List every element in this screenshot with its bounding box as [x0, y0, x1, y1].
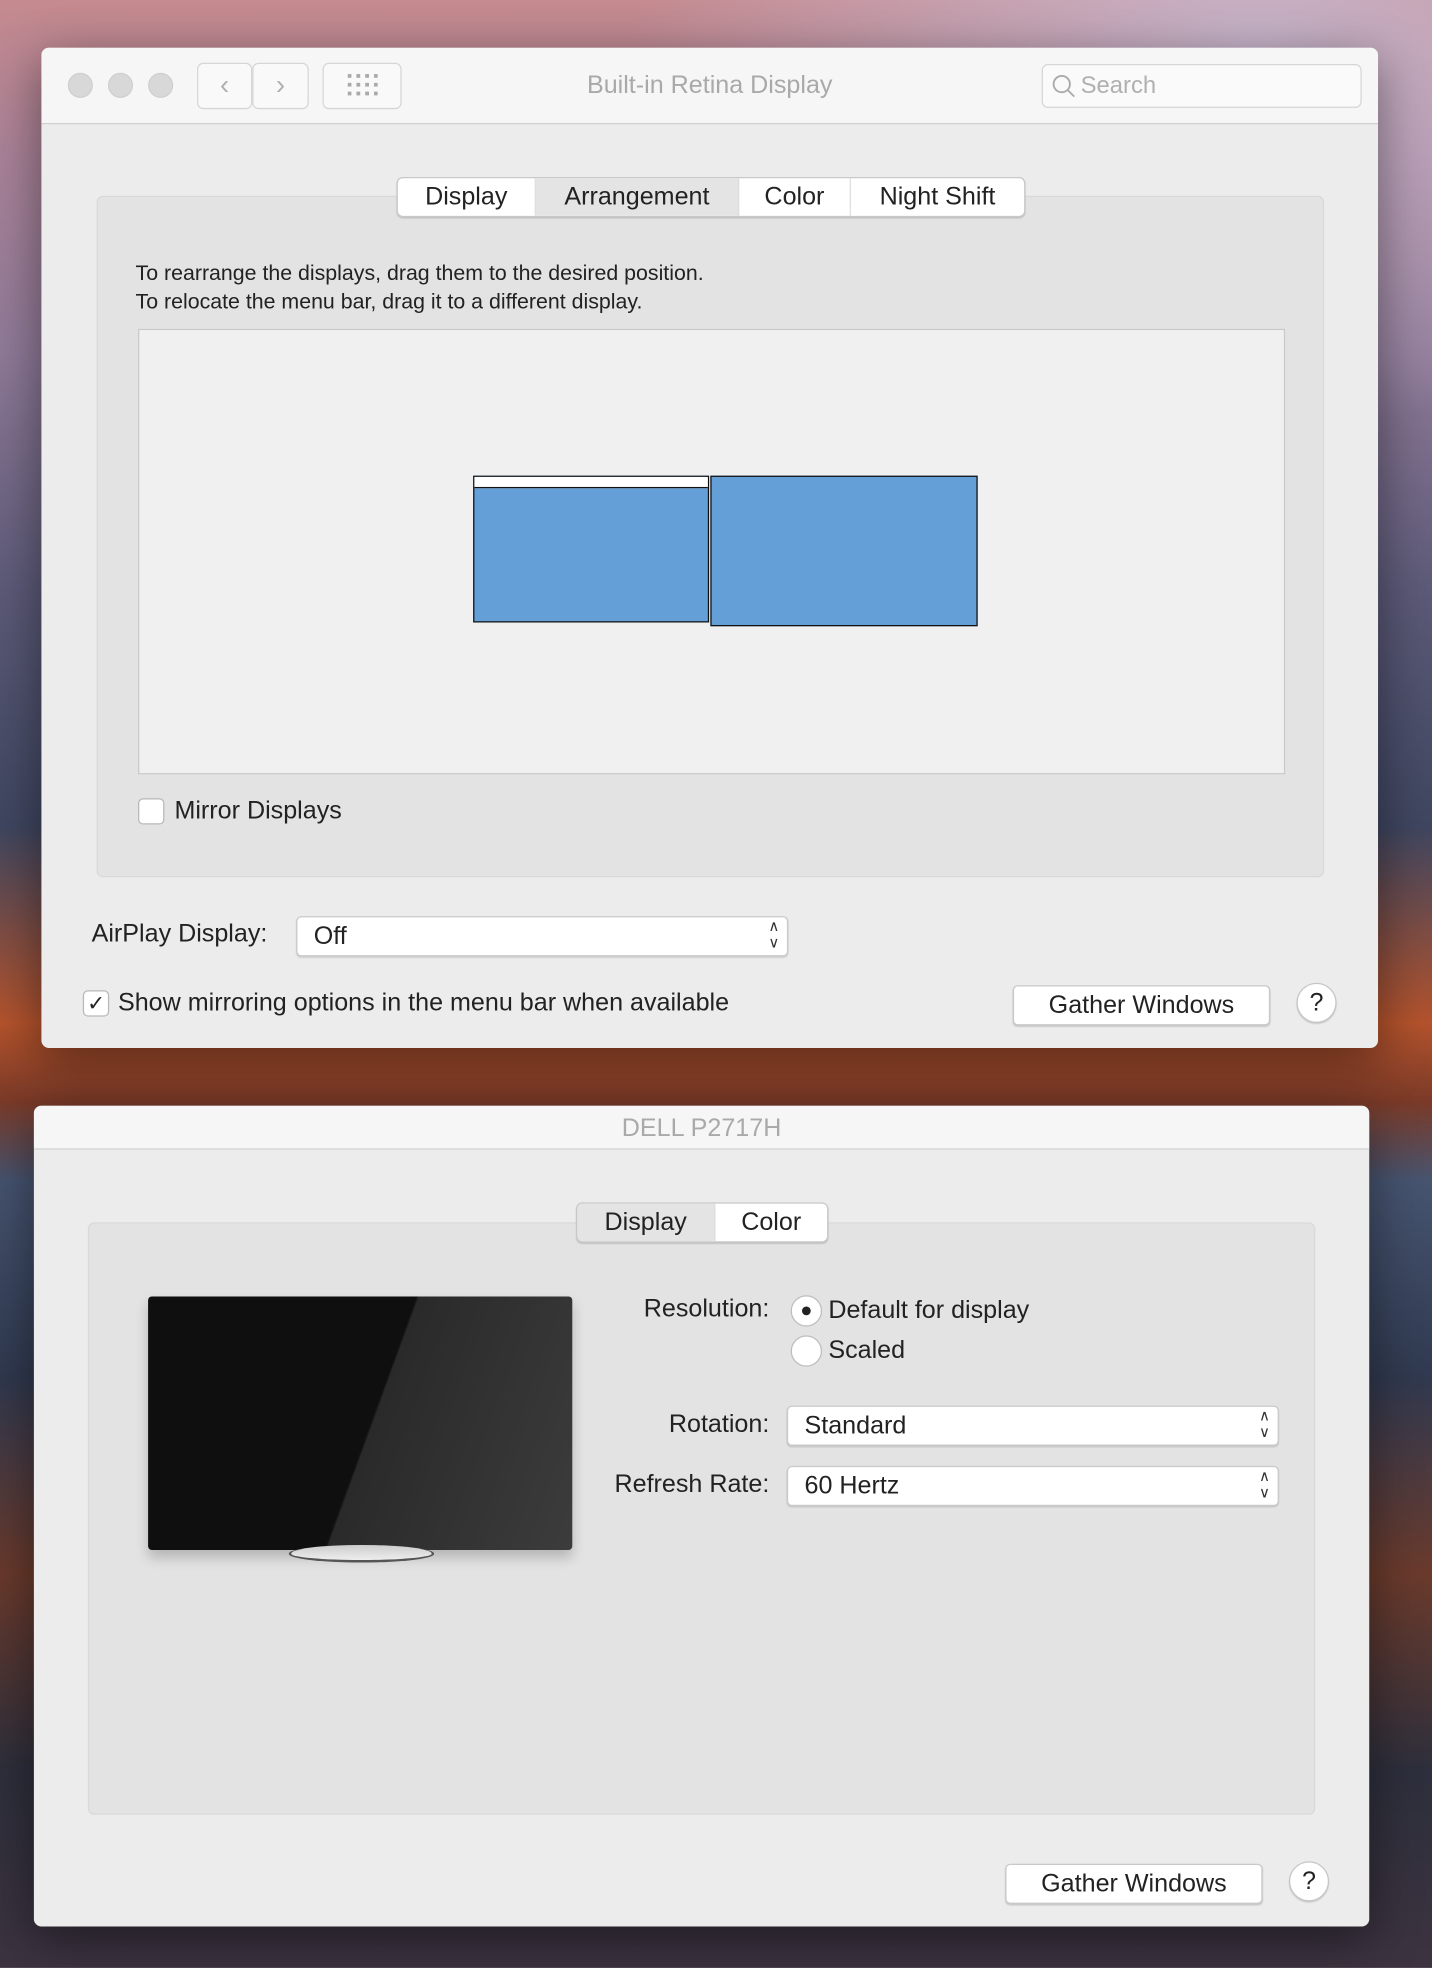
monitor-image — [148, 1296, 573, 1550]
airplay-value: Off — [313, 922, 347, 951]
display-built-in[interactable] — [473, 475, 710, 623]
search-icon — [1052, 74, 1075, 98]
monitor-stand — [288, 1544, 435, 1563]
arrangement-area — [138, 328, 1286, 775]
resolution-default-label: Default for display — [828, 1296, 1030, 1325]
tab-color[interactable]: Color — [739, 178, 851, 216]
resolution-label: Resolution: — [643, 1295, 770, 1323]
built-in-display-window: ‹ › Built-in Retina Display Search Displ… — [41, 47, 1379, 1048]
tab-night-shift[interactable]: Night Shift — [851, 178, 1024, 216]
title-bar: ‹ › Built-in Retina Display Search — [41, 47, 1379, 125]
refresh-rate-value: 60 Hertz — [804, 1472, 900, 1500]
help-button[interactable]: ? — [1288, 1861, 1330, 1902]
desktop-background: ‹ › Built-in Retina Display Search Displ… — [0, 0, 1432, 1968]
tab-bar: Display Arrangement Color Night Shift — [396, 176, 1026, 218]
display-dell[interactable] — [710, 475, 978, 627]
window-title: DELL P2717H — [621, 1114, 782, 1143]
tab-arrangement[interactable]: Arrangement — [535, 178, 740, 216]
title-bar: DELL P2717H — [33, 1105, 1370, 1150]
refresh-rate-select[interactable]: 60 Hertz ∧ ∨ — [786, 1465, 1279, 1507]
search-field[interactable]: Search — [1041, 64, 1362, 108]
updown-chevron-icon: ∧ ∨ — [1259, 1406, 1271, 1441]
rotation-select[interactable]: Standard ∧ ∨ — [786, 1405, 1279, 1446]
tab-color[interactable]: Color — [715, 1204, 827, 1242]
airplay-label: AirPlay Display: — [91, 919, 268, 948]
mirror-displays-checkbox[interactable] — [138, 798, 165, 825]
resolution-scaled-label: Scaled — [828, 1336, 906, 1365]
resolution-scaled-radio[interactable] — [790, 1335, 823, 1367]
show-mirroring-checkbox[interactable]: ✓ — [82, 990, 110, 1017]
rotation-value: Standard — [804, 1411, 907, 1440]
airplay-select[interactable]: Off ∧ ∨ — [296, 916, 789, 957]
mirror-displays-label: Mirror Displays — [174, 796, 342, 825]
instruction-line-2: To relocate the menu bar, drag it to a d… — [135, 289, 643, 314]
tab-display[interactable]: Display — [398, 178, 536, 216]
instruction-line-1: To rearrange the displays, drag them to … — [135, 261, 704, 285]
gather-windows-button[interactable]: Gather Windows — [1012, 985, 1271, 1026]
resolution-default-radio[interactable] — [790, 1295, 823, 1327]
updown-chevron-icon: ∧ ∨ — [1259, 1467, 1271, 1502]
search-placeholder: Search — [1080, 72, 1157, 100]
updown-chevron-icon: ∧ ∨ — [768, 917, 780, 952]
rotation-label: Rotation: — [668, 1410, 770, 1439]
refresh-rate-label: Refresh Rate: — [614, 1470, 770, 1499]
dell-display-window: DELL P2717H Display Color Resolution: De… — [33, 1105, 1370, 1927]
help-button[interactable]: ? — [1296, 982, 1337, 1023]
show-mirroring-label: Show mirroring options in the menu bar w… — [117, 988, 730, 1017]
tab-display[interactable]: Display — [577, 1203, 716, 1242]
gather-windows-button[interactable]: Gather Windows — [1005, 1863, 1263, 1904]
menu-bar-indicator[interactable] — [474, 476, 708, 489]
tab-bar: Display Color — [576, 1202, 829, 1243]
